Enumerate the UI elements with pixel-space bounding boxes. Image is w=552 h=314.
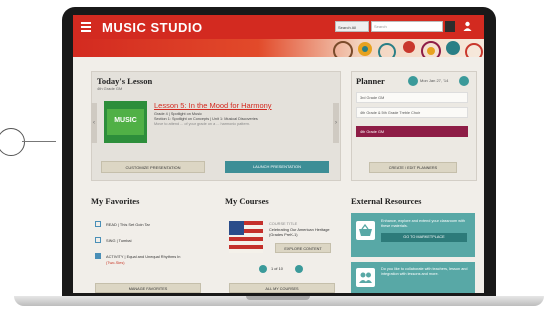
todays-lesson-heading: Today's Lesson <box>97 76 153 86</box>
search-button[interactable] <box>445 21 455 32</box>
planner-item-active[interactable]: 4th Grade GM <box>356 126 468 137</box>
customize-presentation-button[interactable]: CUSTOMIZE PRESENTATION <box>101 161 205 173</box>
lesson-next-arrow-icon[interactable]: › <box>333 103 339 143</box>
explore-content-button[interactable]: EXPLORE CONTENT <box>275 243 331 253</box>
collaborate-card[interactable]: Do you like to collaborate with teachers… <box>351 262 475 293</box>
go-to-marketplace-button[interactable]: GO TO MARKETPLACE <box>381 233 467 242</box>
lesson-meta-line: Move to attend ... of your grade on a ..… <box>154 122 251 126</box>
search-scope-select[interactable]: Search All <box>335 21 369 32</box>
planner-item[interactable]: 4th Grade & 5th Grade Treble Choir <box>356 107 468 118</box>
lesson-grade: 4th Grade GM <box>97 86 123 91</box>
planner-heading: Planner <box>356 76 385 86</box>
courses-prev-icon[interactable] <box>259 265 267 273</box>
laptop-notch <box>246 296 310 300</box>
favorite-item[interactable]: ACTIVITY | Equal and Unequal Rhythms In <box>106 254 180 259</box>
course-type: COURSE TITLE <box>269 221 298 226</box>
planner-item[interactable]: 3rd Grade GM <box>356 92 468 103</box>
activity-icon <box>95 253 101 259</box>
document-icon <box>95 221 101 227</box>
favorite-sub-link[interactable]: (Two-Sies) <box>106 260 125 265</box>
lesson-title-link[interactable]: Lesson 5: In the Mood for Harmony <box>154 101 272 110</box>
user-icon[interactable] <box>463 21 472 31</box>
lesson-thumbnail[interactable]: MUSIC <box>104 101 147 143</box>
favorite-item[interactable]: SING | Tumbai <box>106 238 131 243</box>
marketplace-text: Enhance, explore and extend your classro… <box>381 219 466 228</box>
launch-presentation-button[interactable]: LAUNCH PRESENTATION <box>225 161 329 173</box>
course-thumbnail[interactable] <box>229 221 263 253</box>
lesson-prev-arrow-icon[interactable]: ‹ <box>91 103 97 143</box>
lesson-meta: Grade 4 | Spotlight on Music Section 1: … <box>154 112 258 127</box>
marketplace-card[interactable]: Enhance, explore and extend your classro… <box>351 213 475 257</box>
side-callout-line <box>22 141 56 142</box>
course-name[interactable]: Celebrating Our American Heritage (Grade… <box>269 227 335 237</box>
create-edit-planners-button[interactable]: CREATE / EDIT PLANNERS <box>369 162 457 173</box>
manage-favorites-button[interactable]: MANAGE FAVORITES <box>95 283 201 293</box>
hamburger-menu-icon[interactable] <box>81 22 91 32</box>
app-screen: MUSIC STUDIO Search All Search Today's L… <box>73 15 484 293</box>
collaborate-text: Do you like to collaborate with teachers… <box>381 267 468 276</box>
basket-icon <box>356 221 375 240</box>
planner-date: Mon Jan 27, '14 <box>420 78 449 83</box>
planner-next-icon[interactable] <box>459 76 469 86</box>
side-callout-circle <box>0 128 25 156</box>
flag-image-icon <box>229 221 263 253</box>
courses-heading: My Courses <box>225 196 269 206</box>
courses-pager: 1 of 10 <box>271 266 283 271</box>
favorites-heading: My Favorites <box>91 196 140 206</box>
search-input[interactable]: Search <box>371 21 443 32</box>
decorative-pattern <box>333 41 483 57</box>
document-icon <box>95 237 101 243</box>
favorite-item[interactable]: READ | This Set Goin Tar <box>106 222 150 227</box>
planner-prev-icon[interactable] <box>408 76 418 86</box>
thumbnail-label: MUSIC <box>114 117 137 124</box>
courses-next-icon[interactable] <box>295 265 303 273</box>
external-resources-heading: External Resources <box>351 196 422 206</box>
app-logo[interactable]: MUSIC STUDIO <box>102 20 203 35</box>
people-icon <box>356 268 375 287</box>
all-my-courses-button[interactable]: ALL MY COURSES <box>229 283 335 293</box>
